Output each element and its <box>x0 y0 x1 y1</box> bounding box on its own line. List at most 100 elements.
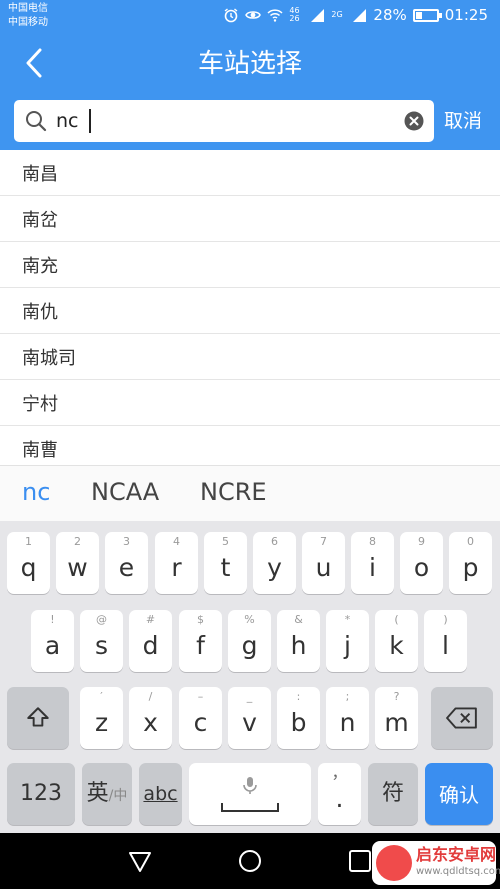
watermark: 启东安卓网 www.qdldtsq.com <box>372 841 500 885</box>
key-sub: 0 <box>467 535 474 548</box>
battery-fill <box>415 11 422 19</box>
key-x[interactable]: / x <box>129 687 172 749</box>
key-y[interactable]: 6y <box>253 532 296 594</box>
station-item[interactable]: 南仇 <box>0 288 500 334</box>
key-label: d <box>142 631 159 660</box>
lang-main: 英 <box>86 781 109 806</box>
key-label: k <box>389 631 404 660</box>
abc-key[interactable]: abc <box>139 763 182 825</box>
key-label: l <box>442 631 449 660</box>
punctuation-key[interactable]: ， . <box>318 763 361 825</box>
station-item[interactable]: 南充 <box>0 242 500 288</box>
key-sub: ! <box>50 613 55 626</box>
alarm-icon <box>224 8 238 23</box>
confirm-key[interactable]: 确认 <box>425 763 493 825</box>
language-switch-key[interactable]: 英/中 <box>82 763 132 825</box>
key-label: z <box>94 708 109 737</box>
backspace-key[interactable] <box>431 687 493 749</box>
key-label: i <box>369 553 376 582</box>
candidate-3[interactable]: NCRE <box>200 478 267 506</box>
key-label: s <box>94 631 109 660</box>
watermark-title: 启东安卓网 <box>416 845 497 864</box>
key-f[interactable]: $ f <box>179 610 222 672</box>
key-g[interactable]: % g <box>228 610 271 672</box>
recents-square-icon[interactable] <box>346 847 374 875</box>
key-sub: * <box>344 613 351 626</box>
key-i[interactable]: 8i <box>351 532 394 594</box>
key-sub: – <box>197 690 204 703</box>
key-label: m <box>384 708 409 737</box>
ime-candidate-bar: nc NCAA NCRE <box>0 465 500 521</box>
key-z[interactable]: ′ z <box>80 687 123 749</box>
key-r[interactable]: 4r <box>155 532 198 594</box>
soft-keyboard: 1q 2w 3e 4r 5t 6y 7u 8i 9o 0p ! a @ s # d $… <box>0 521 500 833</box>
key-label: v <box>242 708 257 737</box>
space-key[interactable] <box>189 763 311 825</box>
space-bar-icon <box>221 803 279 812</box>
key-k[interactable]: (k <box>375 610 418 672</box>
key-sub: 2 <box>74 535 81 548</box>
key-sub: ; <box>345 690 350 703</box>
candidate-2[interactable]: NCAA <box>91 478 159 506</box>
key-t[interactable]: 5t <box>204 532 247 594</box>
key-b[interactable]: :b <box>277 687 320 749</box>
key-label: c <box>193 708 208 737</box>
key-c[interactable]: – c <box>179 687 222 749</box>
station-item[interactable]: 宁村 <box>0 380 500 426</box>
shift-key[interactable] <box>7 687 69 749</box>
back-triangle-icon[interactable] <box>126 847 154 875</box>
search-box[interactable] <box>14 100 434 142</box>
key-label: r <box>171 553 182 582</box>
shift-icon <box>27 707 49 727</box>
key-sub: @ <box>96 613 107 626</box>
key-h[interactable]: & h <box>277 610 320 672</box>
key-label: b <box>290 708 307 737</box>
key-a[interactable]: ! a <box>31 610 74 672</box>
key-j[interactable]: * j <box>326 610 369 672</box>
search-input[interactable] <box>56 108 396 134</box>
station-item[interactable]: 南岔 <box>0 196 500 242</box>
key-q[interactable]: 1q <box>7 532 50 594</box>
key-sub: % <box>244 613 255 626</box>
home-circle-icon[interactable] <box>236 847 264 875</box>
key-sub: 8 <box>369 535 376 548</box>
key-d[interactable]: # d <box>129 610 172 672</box>
key-sub: & <box>294 613 303 626</box>
station-item[interactable]: 南城司 <box>0 334 500 380</box>
key-label: w <box>67 553 88 582</box>
key-e[interactable]: 3e <box>105 532 148 594</box>
key-o[interactable]: 9o <box>400 532 443 594</box>
key-sub: 1 <box>25 535 32 548</box>
network-type-2: 2G <box>331 10 343 19</box>
key-p[interactable]: 0p <box>449 532 492 594</box>
key-label: e <box>118 553 135 582</box>
key-label: q <box>20 553 37 582</box>
page-title: 车站选择 <box>197 49 302 79</box>
key-label: u <box>315 553 332 582</box>
key-sub: ′ <box>100 690 103 703</box>
clear-icon[interactable] <box>404 111 424 131</box>
search-icon <box>26 111 47 132</box>
key-m[interactable]: ? m <box>375 687 418 749</box>
key-s[interactable]: @ s <box>80 610 123 672</box>
backspace-icon <box>446 707 477 729</box>
key-w[interactable]: 2w <box>56 532 99 594</box>
key-n[interactable]: ; n <box>326 687 369 749</box>
numbers-key[interactable]: 123 <box>7 763 75 825</box>
key-label: 123 <box>20 781 62 806</box>
station-item[interactable]: 南昌 <box>0 150 500 196</box>
cancel-button[interactable]: 取消 <box>444 107 482 135</box>
carrier-labels: 中国电信 中国移动 <box>8 2 48 30</box>
key-label: n <box>339 708 356 737</box>
key-l[interactable]: ) l <box>424 610 467 672</box>
key-v[interactable]: _ v <box>228 687 271 749</box>
key-sub: / <box>148 690 153 703</box>
key-u[interactable]: 7u <box>302 532 345 594</box>
key-sub: ， <box>331 763 348 782</box>
header-bar: 中国电信 中国移动 46 26 2G 28% 01:25 车站选择 取消 <box>0 0 500 150</box>
key-label: t <box>220 553 231 582</box>
key-label: 确认 <box>439 783 479 807</box>
symbols-key[interactable]: 符 <box>368 763 418 825</box>
candidate-1[interactable]: nc <box>22 478 50 506</box>
key-label: 英/中 <box>82 778 132 812</box>
